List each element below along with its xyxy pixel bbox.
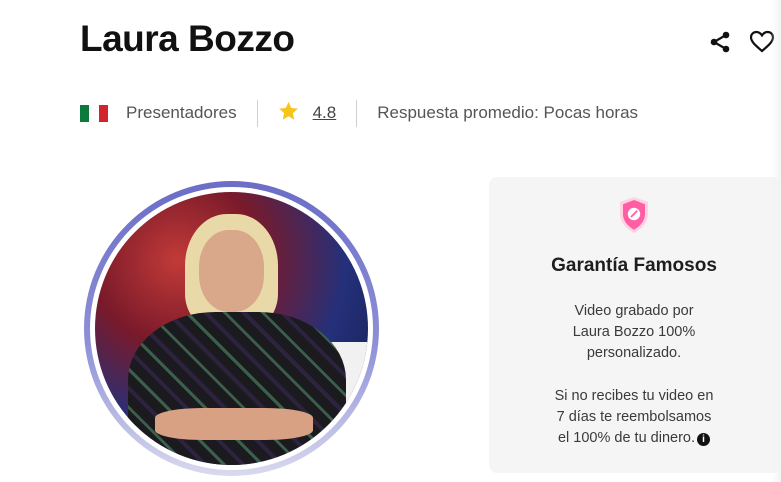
info-icon[interactable]: i bbox=[697, 433, 711, 446]
profile-meta: Presentadores 4.8 Respuesta promedio: Po… bbox=[80, 98, 638, 128]
profile-photo bbox=[95, 192, 368, 465]
share-icon[interactable] bbox=[706, 28, 734, 56]
mexico-flag-icon bbox=[80, 104, 108, 122]
response-time: Respuesta promedio: Pocas horas bbox=[377, 103, 639, 122]
celebrity-name: Laura Bozzo bbox=[80, 18, 295, 59]
guarantee-description: Video grabado por Laura Bozzo 100% perso… bbox=[572, 303, 696, 361]
rating-link[interactable]: 4.8 bbox=[313, 103, 337, 123]
profile-actions bbox=[706, 28, 776, 56]
divider bbox=[256, 99, 258, 127]
category-link[interactable]: Presentadores bbox=[126, 103, 237, 123]
refund-policy: Si no recibes tu video en 7 días te reem… bbox=[554, 388, 714, 446]
scroll-edge bbox=[771, 0, 781, 482]
guarantee-title: Garantía Famosos bbox=[551, 255, 717, 276]
guarantee-card: Garantía Famosos Video grabado por Laura… bbox=[489, 177, 781, 473]
shield-icon bbox=[618, 196, 650, 239]
star-icon bbox=[278, 101, 299, 126]
divider bbox=[356, 99, 358, 127]
avatar bbox=[84, 181, 379, 476]
